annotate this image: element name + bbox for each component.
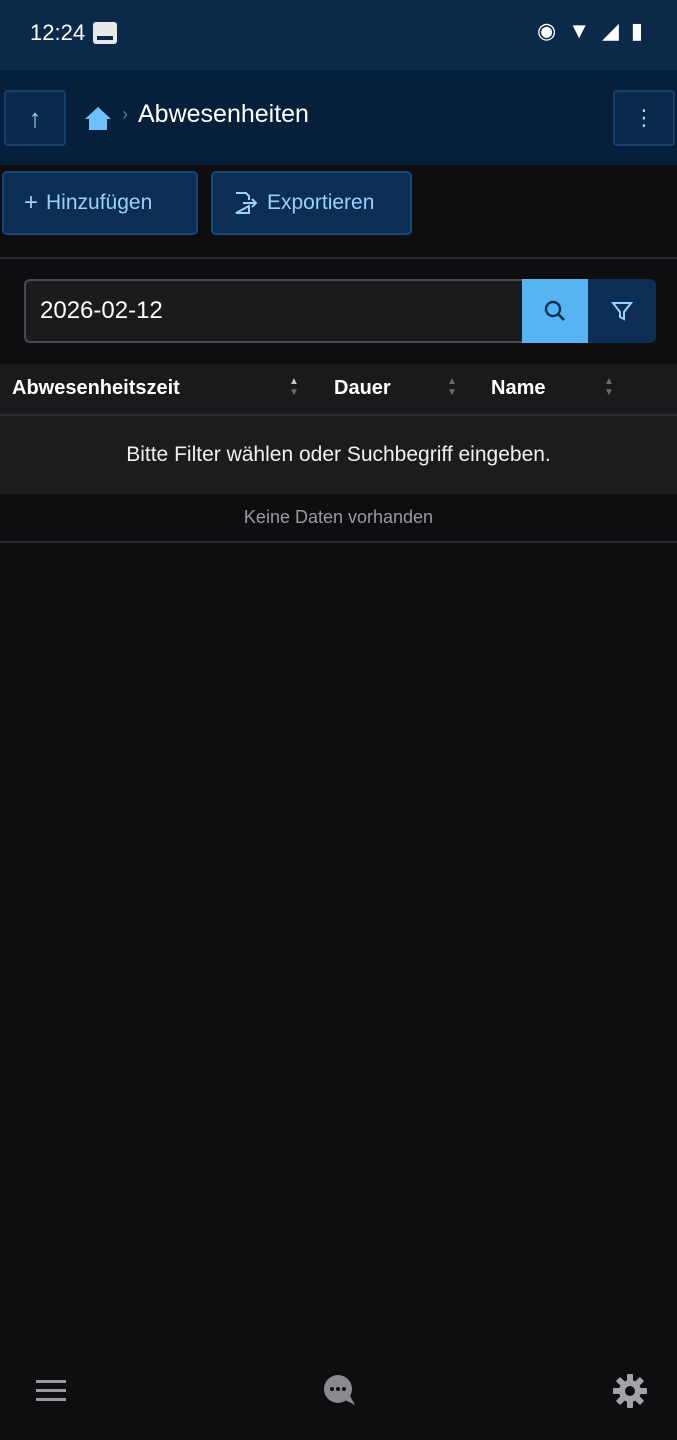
filter-icon: [610, 302, 634, 321]
filter-hint-text: Bitte Filter wählen oder Suchbegriff ein…: [126, 443, 551, 466]
filter-button[interactable]: [588, 279, 656, 343]
status-time: 12:24: [30, 20, 86, 45]
empty-state-text: Keine Daten vorhanden: [243, 507, 434, 527]
export-button[interactable]: Exportieren: [211, 171, 412, 235]
status-bar: 12:24 ◉ ▼ ◢ ▮: [0, 0, 677, 70]
search-icon: [544, 300, 565, 321]
filter-hint-row: Bitte Filter wählen oder Suchbegriff ein…: [0, 416, 677, 494]
notification-icon: [93, 22, 117, 44]
search-bar: [24, 279, 656, 343]
gear-icon[interactable]: [612, 1373, 648, 1409]
arrow-up-icon: ↑: [28, 102, 42, 133]
plus-icon: +: [24, 189, 39, 216]
more-vertical-icon: ⋮: [633, 105, 655, 130]
app-header: ↑ › Abwesenheiten ⋮: [0, 70, 677, 165]
search-button[interactable]: [522, 279, 588, 343]
add-button[interactable]: + Hinzufügen: [2, 171, 198, 235]
sort-asc-icon[interactable]: ▲ ▼: [289, 376, 299, 398]
export-icon: [235, 192, 258, 214]
empty-state-row: Keine Daten vorhanden: [0, 494, 677, 543]
sort-icon[interactable]: ▲ ▼: [447, 376, 457, 398]
chat-icon[interactable]: [321, 1372, 359, 1410]
toolbar: + Hinzufügen Exportieren: [0, 165, 677, 259]
more-options-button[interactable]: ⋮: [613, 90, 675, 146]
column-dauer[interactable]: Dauer: [334, 377, 391, 400]
column-name[interactable]: Name: [491, 377, 545, 400]
eye-icon: ◉: [536, 18, 557, 43]
back-button[interactable]: ↑: [4, 90, 66, 146]
column-abwesenheitszeit[interactable]: Abwesenheitszeit: [12, 377, 180, 400]
add-button-label: Hinzufügen: [46, 191, 153, 214]
home-icon[interactable]: [84, 104, 112, 132]
export-button-label: Exportieren: [267, 191, 375, 214]
signal-icon: ◢: [601, 18, 619, 43]
menu-icon[interactable]: [36, 1380, 66, 1407]
table-header: Abwesenheitszeit ▲ ▼ Dauer ▲ ▼ Name ▲ ▼: [0, 364, 677, 416]
breadcrumb-separator: ›: [122, 104, 128, 124]
page-title: Abwesenheiten: [138, 100, 309, 128]
status-icons: ◉ ▼ ◢ ▮: [537, 18, 643, 44]
sort-icon[interactable]: ▲ ▼: [604, 376, 614, 398]
wifi-icon: ▼: [568, 18, 590, 43]
battery-icon: ▮: [630, 18, 643, 43]
search-input[interactable]: [24, 279, 522, 343]
